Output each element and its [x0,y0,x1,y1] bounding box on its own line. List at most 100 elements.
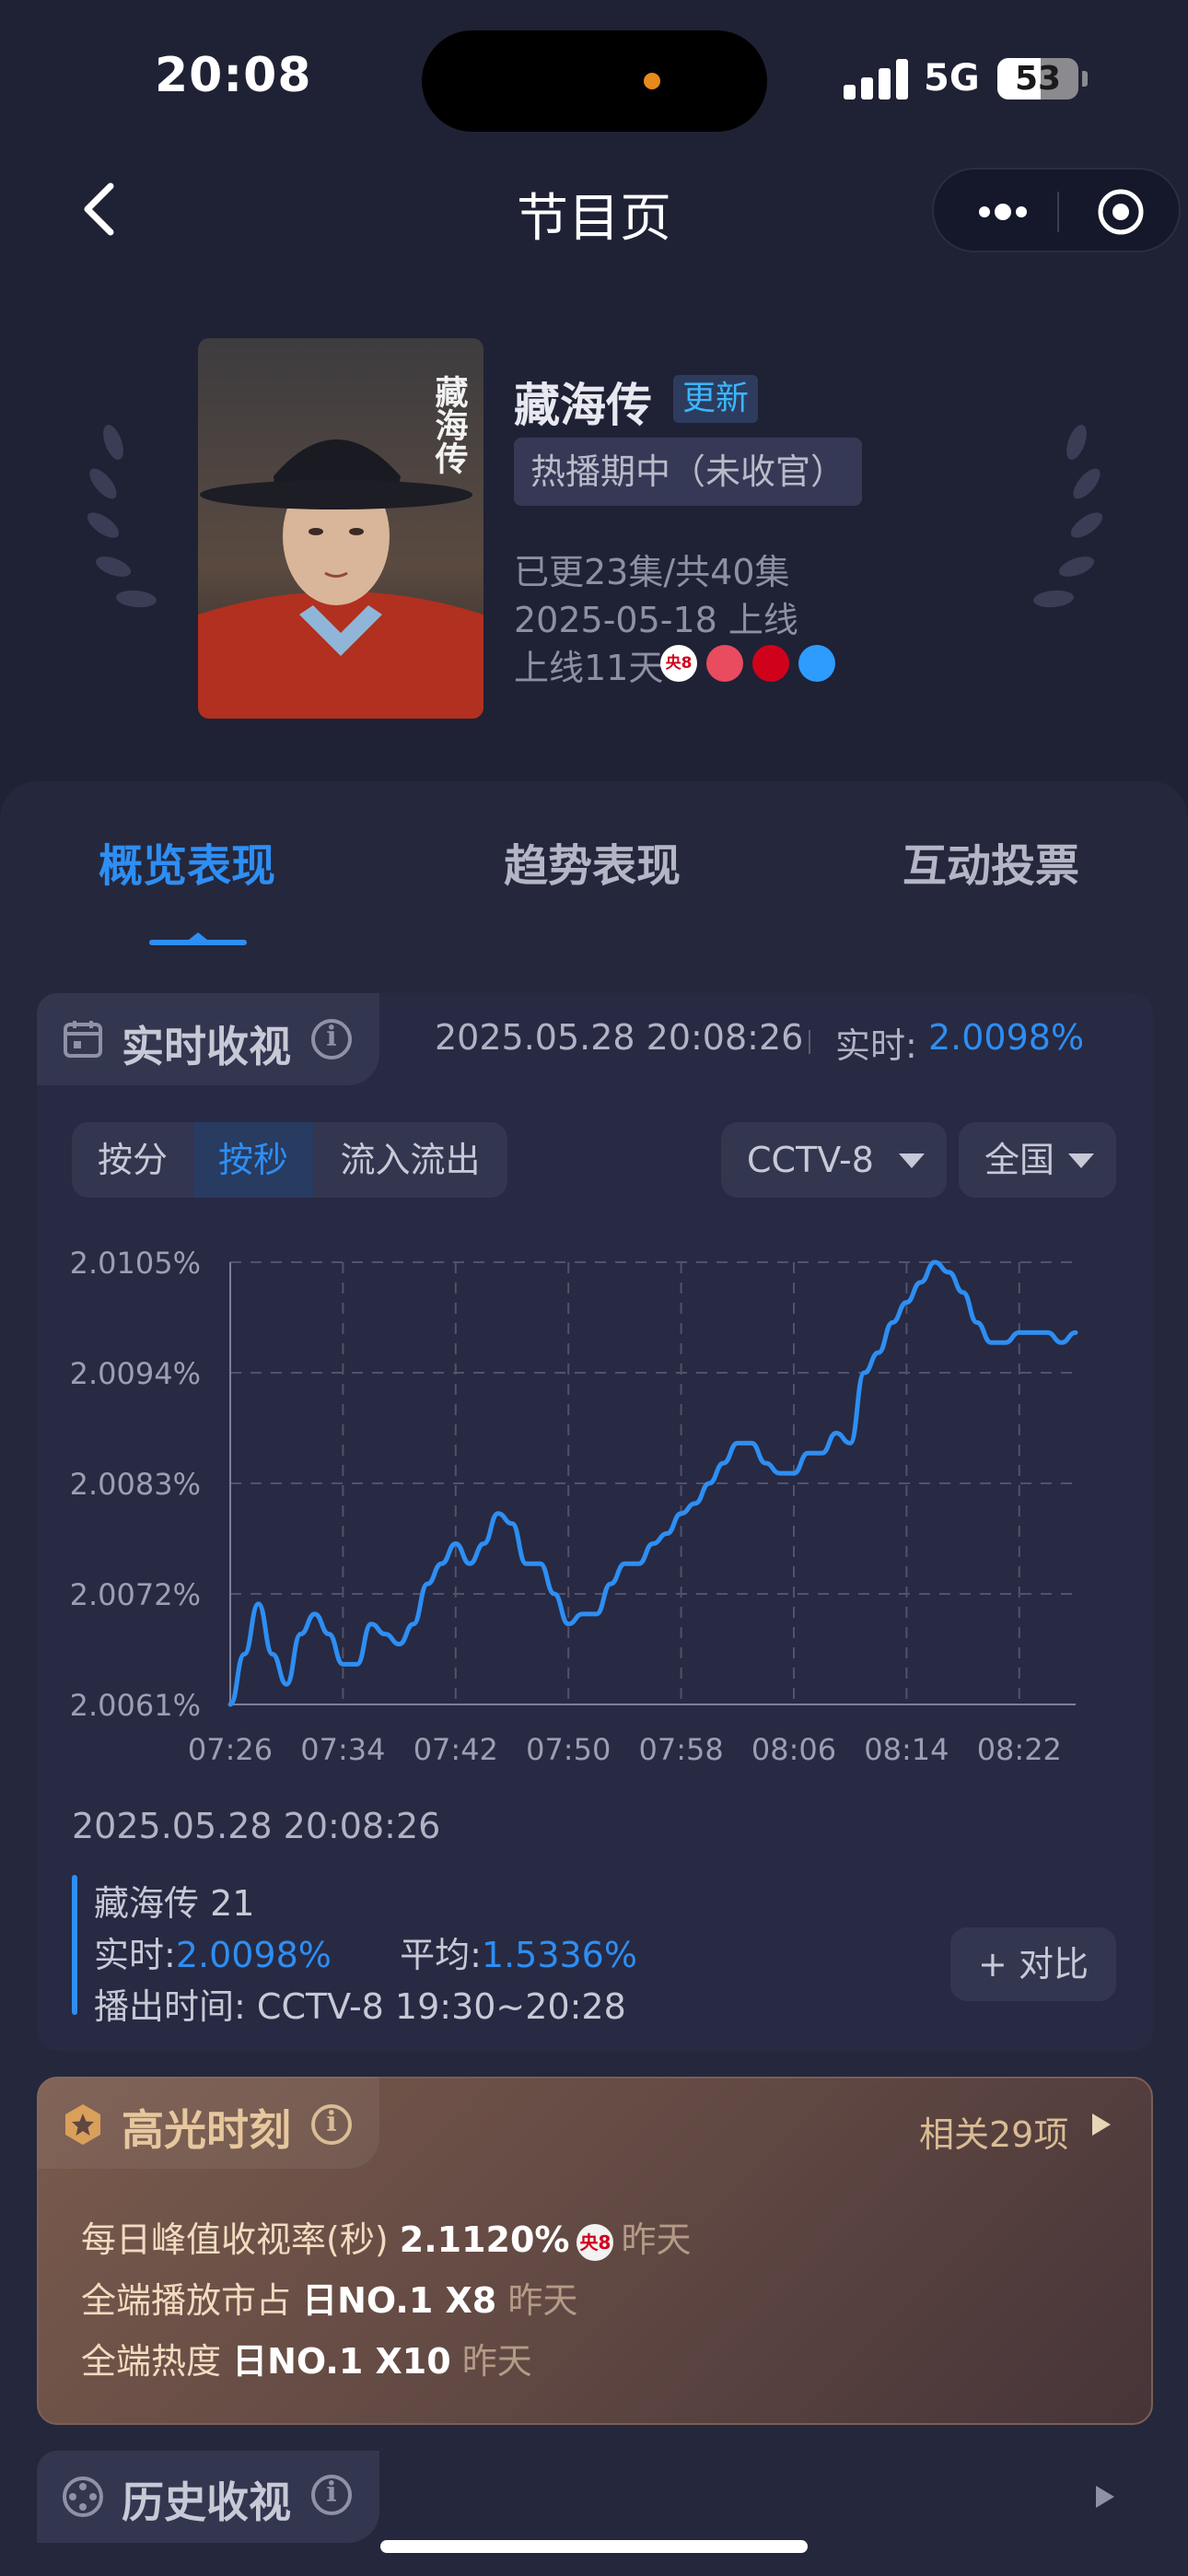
segment-inflow-outflow[interactable]: 流入流出 [313,1122,507,1198]
play-arrow-icon[interactable] [1096,2486,1114,2508]
channel-dropdown[interactable]: CCTV-8 [721,1122,947,1198]
highlight-item: 全端热度 日NO.1 X10 昨天 [81,2333,532,2383]
x-tick-label: 08:22 [977,1732,1062,1767]
y-tick-label: 2.0094% [70,1356,201,1391]
play-arrow-icon[interactable] [1092,2113,1111,2136]
episode-count: 已更23集/共40集 [514,552,790,592]
battery-icon: 53 [997,58,1078,100]
capsule-divider [1057,192,1059,232]
highlight-item: 每日峰值收视率(秒) 2.1120% 央8 昨天 [81,2211,691,2262]
compare-button[interactable]: + 对比 [950,1927,1116,2001]
tencent-video-icon [752,645,789,682]
poster-title: 藏海传 [430,375,470,474]
detail-rt-label: 实时: [94,1935,176,1975]
highlight-label: 全端播放市占 [81,2280,292,2321]
tab-trend[interactable]: 趋势表现 [504,829,681,894]
realtime-timestamp: 2025.05.28 20:08:26 [435,1017,804,1058]
laurel-left-icon [87,424,157,608]
cellular-signal-icon [844,59,908,100]
x-tick-label: 07:58 [638,1732,723,1767]
highlight-item: 全端播放市占 日NO.1 X8 昨天 [81,2272,577,2323]
highlight-value: 日NO.1 X8 [302,2280,497,2321]
x-tick-label: 07:26 [188,1732,273,1767]
laurel-right-icon [1033,424,1103,608]
detail-episode: 藏海传 21 [94,1883,255,1924]
detail-ratings: 实时:2.0098% 平均:1.5336% [94,1926,637,1977]
tab-vote[interactable]: 互动投票 [903,829,1079,894]
highlight-value: 日NO.1 X10 [232,2341,451,2382]
tencent-play-icon [798,645,835,682]
realtime-section-title: 实时收视 [122,1022,291,1071]
detail-rt-value: 2.0098% [175,1935,332,1975]
active-tab-indicator [149,932,247,945]
cctv8-icon: 央8 [577,2223,614,2261]
release-date: 2025-05-18 上线 [514,600,798,640]
youku-icon [706,645,743,682]
realtime-label: 实时: [835,1025,917,1066]
more-button[interactable] [961,186,1044,238]
highlight-value: 2.1120% [399,2219,570,2260]
poster-image: 藏海传 [198,338,483,719]
x-tick-label: 07:50 [526,1732,611,1767]
region-dropdown[interactable]: 全国 [959,1122,1116,1198]
detail-avg-value: 1.5336% [481,1935,637,1975]
dynamic-island [422,30,767,132]
channel-dropdown-label: CCTV-8 [747,1140,874,1180]
film-reel-icon [63,2476,103,2517]
network-type: 5G [924,57,980,100]
highlights-related-link[interactable]: 相关29项 [919,2106,1068,2157]
cctv8-icon: 央8 [660,645,697,682]
x-tick-label: 07:34 [300,1732,385,1767]
granularity-segmented-control: 按分 按秒 流入流出 [72,1122,507,1198]
show-poster[interactable]: 藏海传 [198,338,483,719]
caret-down-icon [899,1153,925,1168]
highlight-label: 每日峰值收视率(秒) [81,2219,389,2260]
highlight-label: 全端热度 [81,2341,222,2382]
x-tick-label: 07:42 [413,1732,498,1767]
close-miniprogram-button[interactable] [1079,186,1162,238]
status-time: 20:08 [155,48,312,103]
status-bar: 20:08 5G 53 [0,0,1188,157]
miniprogram-capsule [932,168,1181,252]
tab-overview[interactable]: 概览表现 [99,829,275,894]
detail-accent-bar [72,1875,77,2015]
region-dropdown-label: 全国 [984,1140,1055,1180]
show-title: 藏海传 [514,379,652,432]
target-circle-icon [1098,189,1144,235]
more-dots-icon [979,204,1027,220]
history-section-title: 历史收视 [122,2477,291,2527]
y-tick-label: 2.0105% [70,1246,201,1281]
broadcast-status: 热播期中（未收官） [514,438,863,506]
battery-percent: 53 [1014,60,1062,98]
highlights-title: 高光时刻 [122,2105,291,2155]
detail-airtime: 播出时间: CCTV-8 19:30~20:28 [94,1978,626,2029]
home-indicator[interactable] [380,2540,808,2553]
history-info-icon[interactable] [311,2475,352,2515]
y-tick-label: 2.0083% [70,1467,201,1502]
highlight-when: 昨天 [461,2341,532,2382]
highlight-when: 昨天 [507,2280,578,2321]
realtime-divider [809,1030,810,1054]
detail-avg-label: 平均: [400,1935,482,1975]
segment-by-minute[interactable]: 按分 [72,1122,193,1198]
days-online: 上线11天 [514,648,664,688]
highlights-info-icon[interactable] [311,2104,352,2145]
realtime-info-icon[interactable] [311,1019,352,1060]
privacy-indicator-dot [644,73,660,89]
realtime-value: 2.0098% [928,1017,1085,1058]
highlight-when: 昨天 [621,2219,692,2260]
y-tick-label: 2.0072% [70,1577,201,1612]
segment-by-second[interactable]: 按秒 [193,1122,313,1198]
detail-timestamp: 2025.05.28 20:08:26 [72,1806,441,1846]
x-tick-label: 08:06 [751,1732,836,1767]
star-hexagon-icon [65,2104,100,2145]
battery-cap [1082,71,1088,87]
x-tick-label: 08:14 [864,1732,949,1767]
update-badge: 更新 [673,375,759,423]
detail-air-label: 播出时间: [94,1986,246,2027]
calendar-icon [64,1021,102,1058]
realtime-rating-chart[interactable]: 2.0105% 2.0094% 2.0083% 2.0072% 2.0061% 07:26… [0,1216,1188,1787]
detail-air-value: CCTV-8 19:30~20:28 [256,1986,626,2027]
caret-down-icon [1068,1153,1094,1168]
y-tick-label: 2.0061% [70,1688,201,1723]
